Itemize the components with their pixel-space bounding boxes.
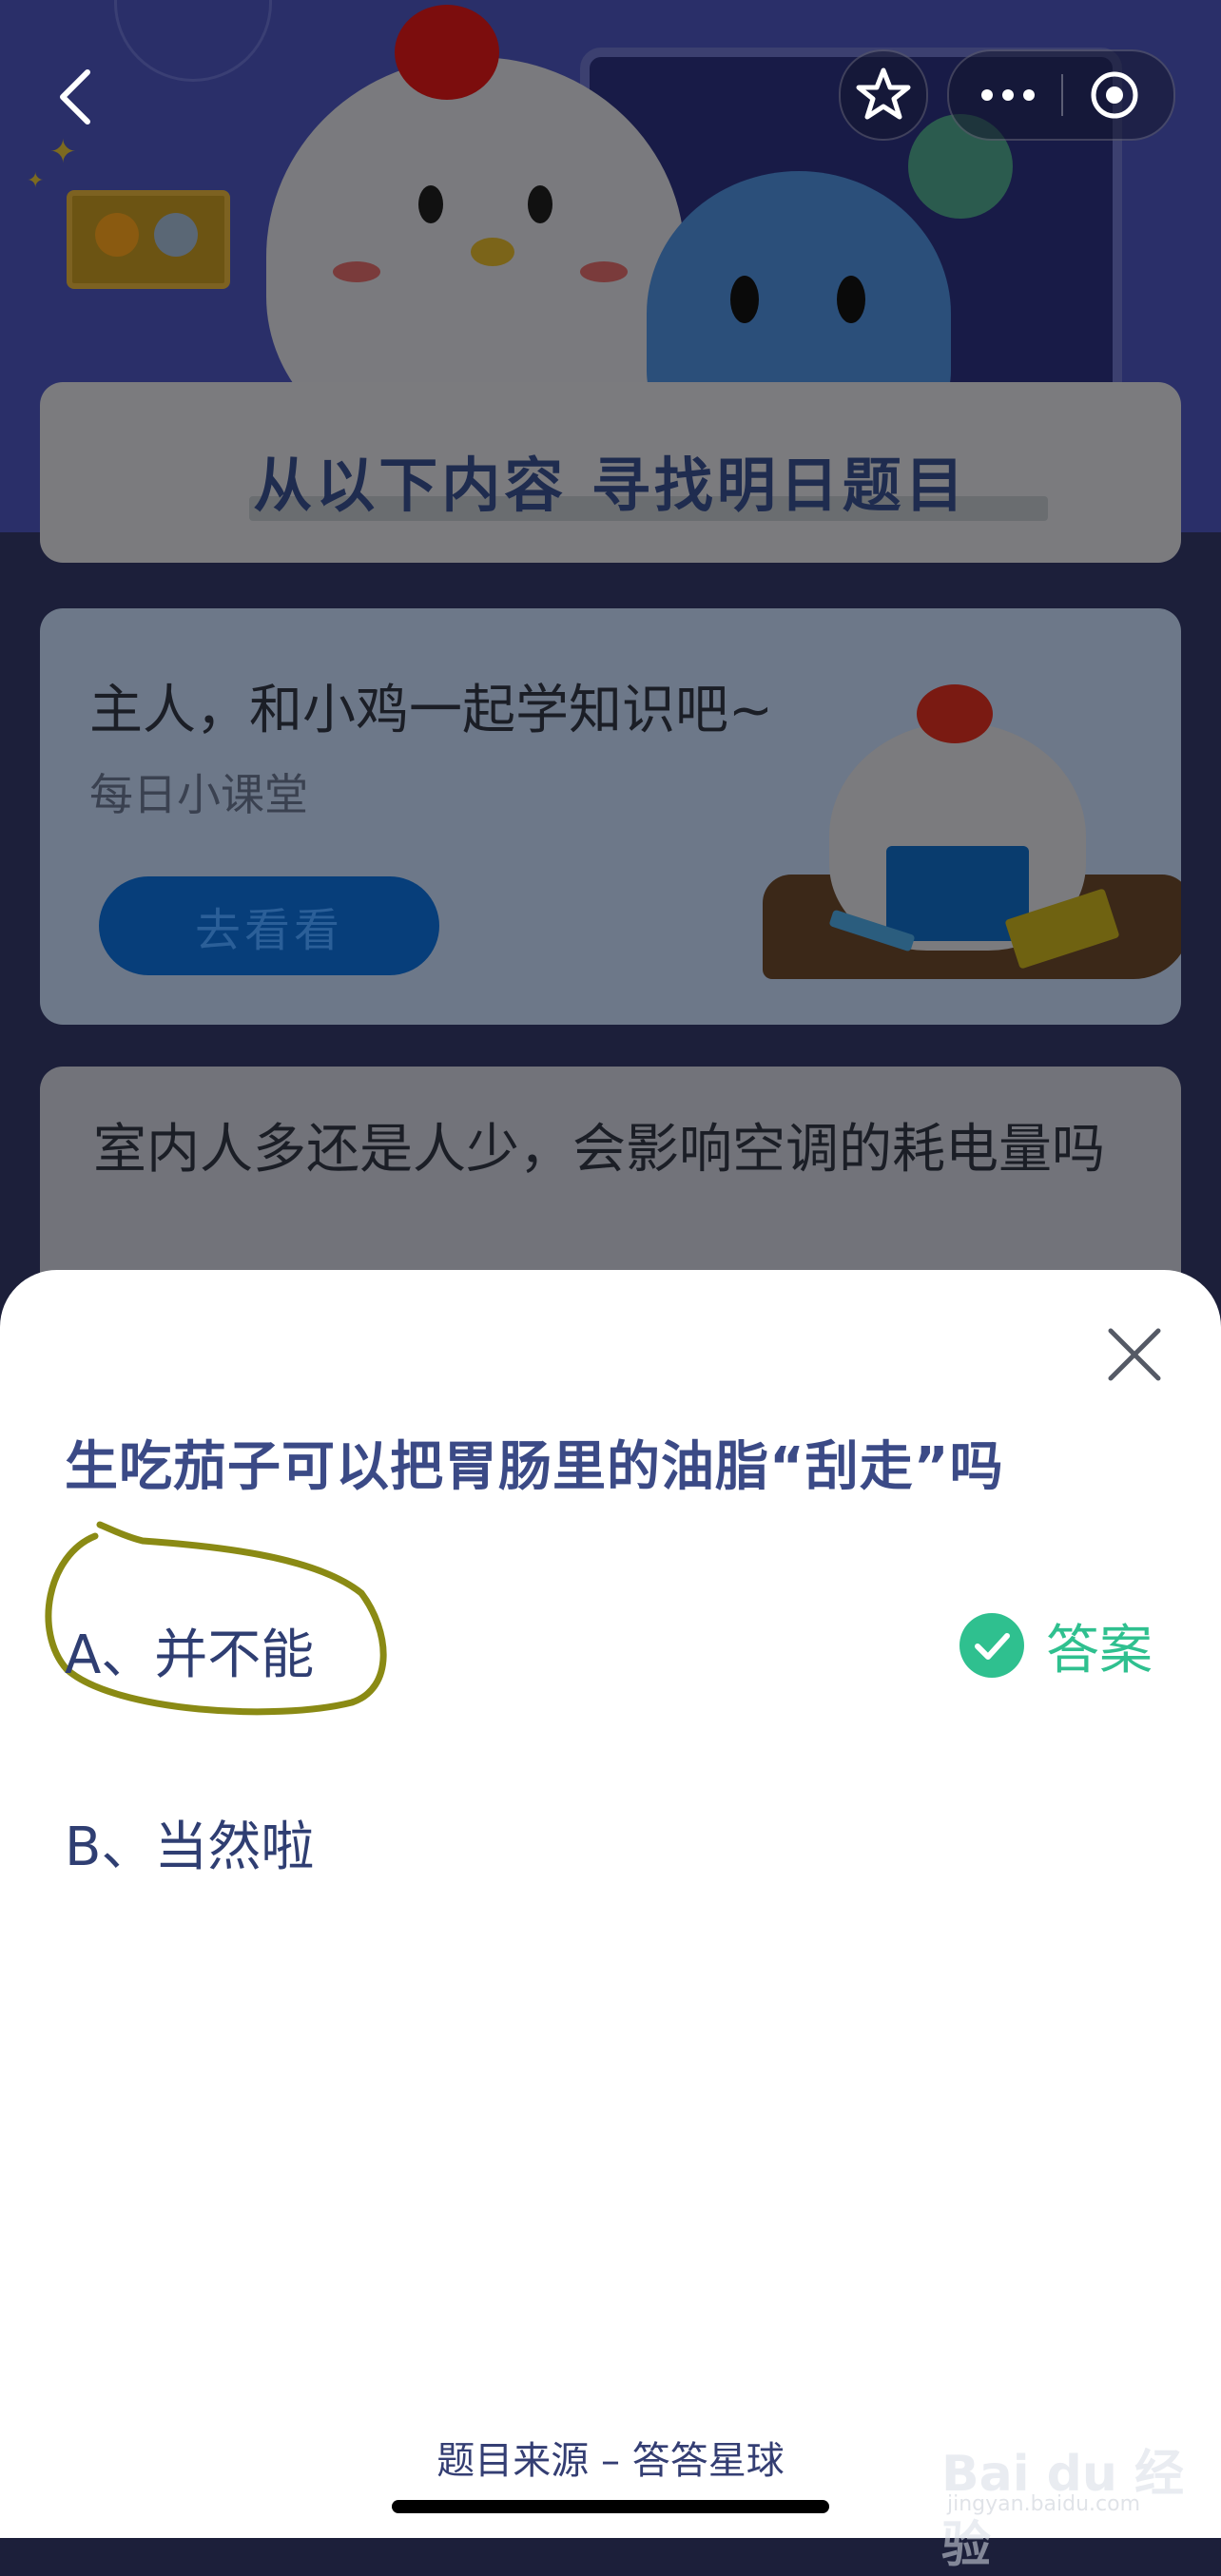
sparkle-icon: ✦ xyxy=(27,169,45,193)
alien-eye xyxy=(730,276,759,323)
question-preview-text: 室内人多还是人少，会影响空调的耗电量吗 xyxy=(93,1119,1105,1181)
watermark-subtext: jingyan.baidu.com xyxy=(947,2492,1141,2516)
answer-tag: 答案 xyxy=(959,1610,1153,1682)
baidu-jingyan-watermark: Bai du 经验 jingyan.baidu.com xyxy=(932,2405,1198,2574)
chicken-eye xyxy=(528,185,552,223)
lesson-title: 主人，和小鸡一起学知识吧~ xyxy=(89,680,773,741)
find-next-question-card: 从以下内容 寻找明日题目 xyxy=(40,382,1181,563)
close-button[interactable] xyxy=(1105,1325,1164,1384)
more-dots-icon xyxy=(981,89,1035,101)
quiz-question: 生吃茄子可以把胃肠里的油脂“刮走”吗 xyxy=(65,1436,1004,1498)
check-circle-icon xyxy=(959,1613,1024,1678)
favorite-button[interactable] xyxy=(839,49,928,141)
back-button[interactable] xyxy=(55,68,93,125)
sparkle-icon: ✦ xyxy=(49,133,77,171)
quiz-bottom-sheet: 生吃茄子可以把胃肠里的油脂“刮走”吗 A、并不能 答案 B、当然啦 xyxy=(0,1270,1221,2538)
home-indicator[interactable] xyxy=(392,2500,829,2513)
chicken-comb xyxy=(917,684,993,743)
alien-eye xyxy=(837,276,865,323)
star-icon xyxy=(856,67,911,120)
answer-label: 答案 xyxy=(1046,1619,1153,1682)
find-title: 从以下内容 寻找明日题目 xyxy=(253,451,968,520)
chicken-cheek xyxy=(333,261,380,282)
chicken-beak xyxy=(471,238,514,266)
gold-medal-icon xyxy=(95,213,139,257)
medal-frame xyxy=(67,190,230,289)
lesson-subtitle: 每日小课堂 xyxy=(89,769,308,820)
chicken-cheek xyxy=(580,261,628,282)
target-circle-icon xyxy=(1091,71,1138,119)
decor-arc xyxy=(114,0,272,82)
mini-program-capsule xyxy=(947,49,1175,141)
silver-medal-icon xyxy=(154,213,198,257)
option-b[interactable]: B、当然啦 xyxy=(65,1804,314,1881)
close-program-button[interactable] xyxy=(1063,51,1173,139)
chicken-comb xyxy=(395,5,499,100)
daily-lesson-card: 主人，和小鸡一起学知识吧~ 每日小课堂 去看看 xyxy=(40,608,1181,1025)
chicken-eye xyxy=(418,185,443,223)
close-icon xyxy=(1108,1328,1161,1381)
go-see-button[interactable]: 去看看 xyxy=(99,876,439,975)
option-a[interactable]: A、并不能 xyxy=(65,1612,314,1689)
chevron-left-icon xyxy=(60,69,90,125)
more-button[interactable] xyxy=(949,51,1061,139)
